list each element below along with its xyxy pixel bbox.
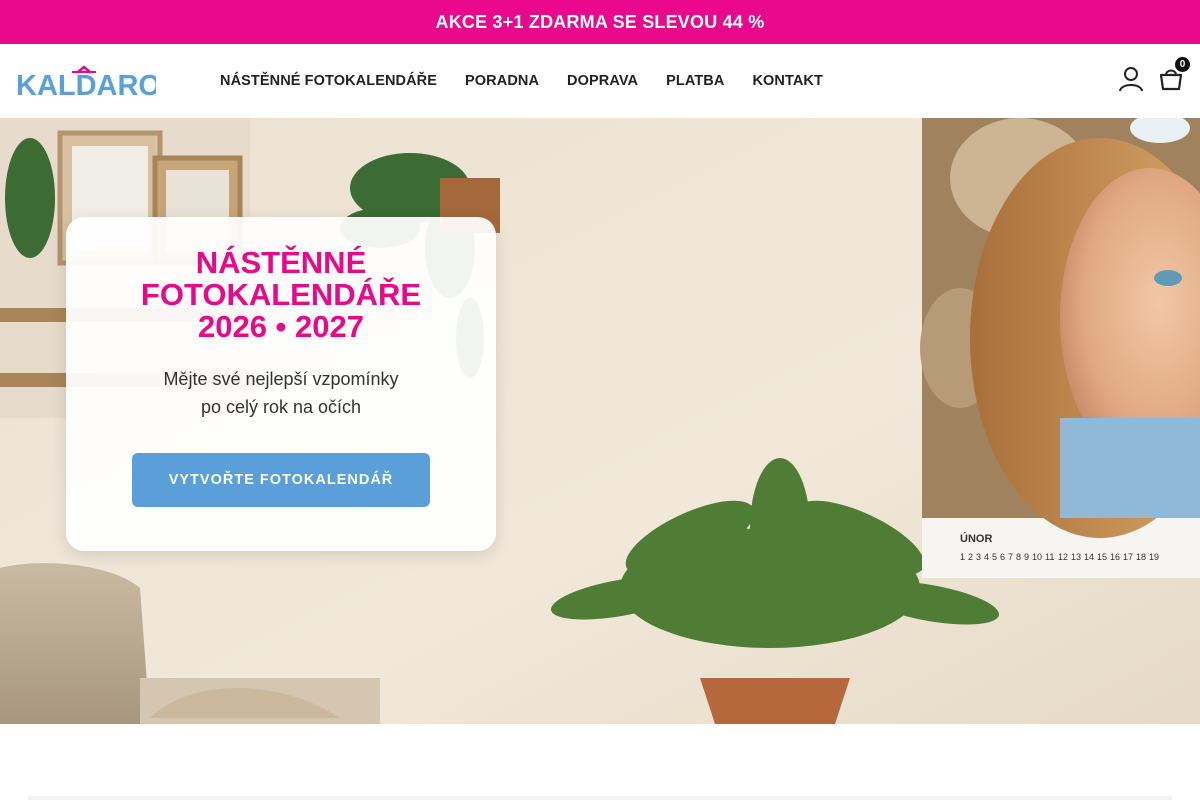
main-nav: NÁSTĚNNÉ FOTOKALENDÁŘE PORADNA DOPRAVA P…: [220, 73, 851, 89]
user-icon[interactable]: [1118, 66, 1144, 92]
calendar-day: 2: [968, 552, 973, 562]
below-hero-section: [0, 724, 1200, 800]
logo[interactable]: KALDARO: [16, 65, 156, 97]
calendar-day: 7: [1008, 552, 1013, 562]
calendar-day: 12: [1058, 552, 1068, 562]
promo-text[interactable]: AKCE 3+1 ZDARMA SE SLEVOU 44 %: [436, 12, 765, 33]
calendar-day: 14: [1084, 552, 1094, 562]
hero-subtitle-line2: po celý rok na očích: [200, 397, 362, 417]
cart-count-badge: 0: [1175, 57, 1190, 72]
calendar-day: 10: [1032, 552, 1042, 562]
calendar-day: 8: [1016, 552, 1021, 562]
nav-item-contact[interactable]: KONTAKT: [752, 73, 823, 89]
hero-title-line1: NÁSTĚNNÉ: [195, 245, 367, 280]
hero-subtitle: Mějte své nejlepší vzpomínky po celý rok…: [66, 365, 496, 421]
calendar-day: 3: [976, 552, 981, 562]
hero-title: NÁSTĚNNÉ FOTOKALENDÁŘE 2026 • 2027: [66, 247, 496, 343]
calendar-day: 4: [984, 552, 989, 562]
hero-banner: ÚNOR 1 2 3 4 5 6 7 8 9 10 11 12 13 14 15 16 17 18 19 NÁSTĚ…: [0, 118, 1200, 724]
hero-title-line2: FOTOKALENDÁŘE: [140, 277, 422, 312]
calendar-day: 6: [1000, 552, 1005, 562]
calendar-day: 15: [1097, 552, 1107, 562]
create-calendar-button[interactable]: VYTVOŘTE FOTOKALENDÁŘ: [132, 453, 430, 507]
nav-item-calendars[interactable]: NÁSTĚNNÉ FOTOKALENDÁŘE: [220, 73, 437, 89]
nav-item-payment[interactable]: PLATBA: [666, 73, 724, 89]
calendar-day: 5: [992, 552, 997, 562]
hero-title-line3: 2026 • 2027: [197, 309, 364, 344]
logo-text: KALDARO: [16, 70, 156, 97]
calendar-month-label: ÚNOR: [960, 532, 992, 545]
cart-button[interactable]: 0: [1158, 57, 1190, 92]
hero-subtitle-line1: Mějte své nejlepší vzpomínky: [163, 369, 399, 389]
site-header: KALDARO NÁSTĚNNÉ FOTOKALENDÁŘE PORADNA D…: [0, 44, 1200, 118]
nav-item-shipping[interactable]: DOPRAVA: [567, 73, 638, 89]
calendar-day: 1: [960, 552, 965, 562]
calendar-day: 13: [1071, 552, 1081, 562]
calendar-day: 19: [1149, 552, 1159, 562]
promo-bar[interactable]: AKCE 3+1 ZDARMA SE SLEVOU 44 %: [0, 0, 1200, 44]
nav-item-advice[interactable]: PORADNA: [465, 73, 539, 89]
section-divider: [28, 796, 1172, 800]
calendar-day: 9: [1024, 552, 1029, 562]
calendar-day: 16: [1110, 552, 1120, 562]
kaldaro-logo: KALDARO: [16, 65, 156, 97]
calendar-day: 11: [1045, 552, 1054, 562]
calendar-day: 18: [1136, 552, 1146, 562]
header-icons: 0: [1118, 57, 1190, 92]
calendar-day: 17: [1123, 552, 1133, 562]
hero-card: NÁSTĚNNÉ FOTOKALENDÁŘE 2026 • 2027 Mějte…: [66, 217, 496, 551]
